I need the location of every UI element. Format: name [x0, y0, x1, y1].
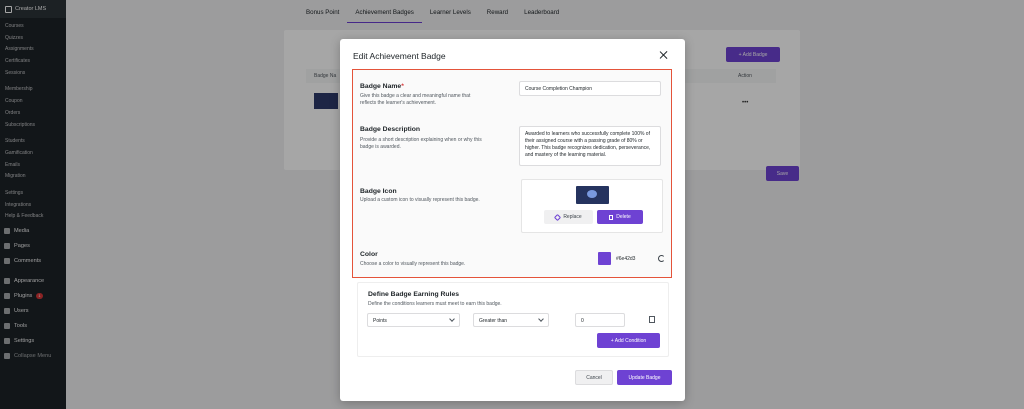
add-condition-button[interactable]: + Add Condition: [597, 333, 660, 348]
badge-name-input[interactable]: Course Completion Champion: [519, 81, 661, 96]
reset-color-icon[interactable]: [658, 255, 665, 262]
badge-description-label: Badge Description: [360, 126, 421, 133]
badge-name-label: Badge Name*: [360, 83, 404, 90]
trash-icon[interactable]: [649, 316, 655, 323]
pencil-icon: [554, 213, 562, 221]
color-swatch[interactable]: [598, 252, 611, 265]
badge-name-help: Give this badge a clear and meaningful n…: [360, 93, 471, 106]
trash-icon: [609, 214, 614, 220]
condition-value-input[interactable]: 0: [575, 313, 625, 327]
badge-icon-uploader: Replace Delete: [521, 179, 663, 233]
earning-rules-title: Define Badge Earning Rules: [368, 291, 460, 298]
close-icon[interactable]: [659, 50, 669, 60]
badge-description-help: Provide a short description explaining w…: [360, 137, 482, 150]
modal-title: Edit Achievement Badge: [353, 51, 446, 61]
color-hex-value[interactable]: #6e42d3: [616, 256, 635, 262]
color-label: Color: [360, 251, 378, 258]
replace-button[interactable]: Replace: [544, 210, 593, 224]
condition-type-select[interactable]: Points: [367, 313, 460, 327]
badge-icon-help: Upload a custom icon to visually represe…: [360, 197, 480, 203]
edit-badge-modal: Edit Achievement Badge Badge Name* Give …: [340, 39, 685, 401]
chevron-down-icon: [538, 316, 544, 322]
required-marker: *: [401, 83, 404, 90]
chevron-down-icon: [449, 316, 455, 322]
earning-rules-section: Define Badge Earning Rules Define the co…: [357, 282, 669, 357]
badge-icon-label: Badge Icon: [360, 188, 397, 195]
delete-button[interactable]: Delete: [597, 210, 643, 224]
condition-operator-select[interactable]: Greater than: [473, 313, 549, 327]
earning-rules-help: Define the conditions learners must meet…: [368, 301, 502, 307]
badge-icon-preview: [576, 186, 609, 204]
update-badge-button[interactable]: Update Badge: [617, 370, 672, 385]
cancel-button[interactable]: Cancel: [575, 370, 613, 385]
color-help: Choose a color to visually represent thi…: [360, 261, 466, 267]
badge-description-textarea[interactable]: Awarded to learners who successfully com…: [519, 126, 661, 166]
